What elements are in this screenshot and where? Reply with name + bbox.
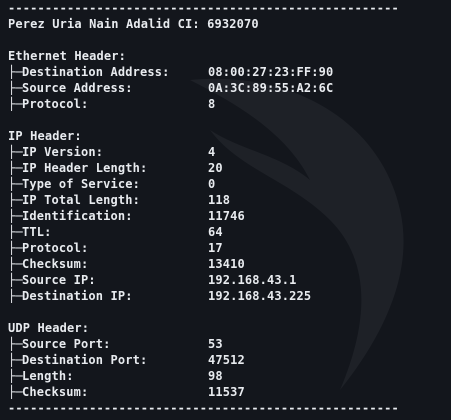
field-value: 13410 [208,257,245,271]
field-key: Protocol: [22,241,89,255]
field-row: ├─Type of Service: 0 [8,176,443,192]
output-title: Perez Uria Nain Adalid CI: 6932070 [8,17,259,31]
field-value: 11746 [208,209,245,223]
separator-bottom: ----------------------------------------… [8,401,399,415]
terminal-output: ----------------------------------------… [8,0,443,416]
tree-branch-icon: ├─ [8,177,23,191]
tree-branch-icon: ├─ [8,65,23,79]
field-row: ├─Length: 98 [8,368,443,384]
field-row: ├─Checksum: 11537 [8,384,443,400]
field-value: 0A:3C:89:55:A2:6C [208,81,334,95]
field-key: Type of Service: [22,177,140,191]
field-key: Identification: [22,209,133,223]
field-value: 192.168.43.225 [208,289,312,303]
field-key: Source Address: [22,81,133,95]
tree-branch-icon: ├─ [8,337,23,351]
field-row: ├─Destination Port: 47512 [8,352,443,368]
field-key: TTL: [22,225,52,239]
field-key: Source IP: [22,273,96,287]
field-key: IP Header Length: [22,161,148,175]
field-value: 192.168.43.1 [208,273,297,287]
tree-branch-icon: ├─ [8,369,23,383]
section-header-udp: UDP Header: [8,321,90,335]
tree-branch-icon: ├─ [8,385,23,399]
tree-branch-icon: ├─ [8,353,23,367]
section-header-ethernet: Ethernet Header: [8,49,126,63]
field-row: ├─IP Total Length: 118 [8,192,443,208]
field-row: ├─Checksum: 13410 [8,256,443,272]
tree-branch-icon: ├─ [8,81,23,95]
field-value: 4 [208,145,216,159]
tree-branch-icon: ├─ [8,193,23,207]
field-row: ├─Source Port: 53 [8,336,443,352]
tree-branch-icon: ├─ [8,257,23,271]
field-key: Destination Address: [22,65,170,79]
field-key: IP Total Length: [22,193,140,207]
field-row: ├─Destination IP: 192.168.43.225 [8,288,443,304]
field-row: ├─Source Address: 0A:3C:89:55:A2:6C [8,80,443,96]
tree-branch-icon: ├─ [8,97,23,111]
field-value: 98 [208,369,223,383]
field-value: 53 [208,337,223,351]
field-key: Source Port: [22,337,111,351]
field-value: 08:00:27:23:FF:90 [208,65,334,79]
field-row: ├─Protocol: 17 [8,240,443,256]
field-row: ├─IP Header Length: 20 [8,160,443,176]
field-value: 8 [208,97,216,111]
tree-branch-icon: ├─ [8,161,23,175]
field-key: IP Version: [22,145,104,159]
tree-branch-icon: ├─ [8,145,23,159]
field-row: ├─Identification: 11746 [8,208,443,224]
field-value: 20 [208,161,223,175]
terminal-window[interactable]: ----------------------------------------… [0,0,451,420]
field-row: ├─Source IP: 192.168.43.1 [8,272,443,288]
field-key: Checksum: [22,385,89,399]
field-row: ├─Protocol: 8 [8,96,443,112]
field-value: 17 [208,241,223,255]
tree-branch-icon: ├─ [8,273,23,287]
field-key: Destination Port: [22,353,148,367]
field-row: ├─IP Version: 4 [8,144,443,160]
tree-branch-icon: ├─ [8,225,23,239]
field-row: ├─TTL: 64 [8,224,443,240]
field-value: 0 [208,177,216,191]
field-value: 47512 [208,353,245,367]
field-key: Destination IP: [22,289,133,303]
field-row: ├─Destination Address: 08:00:27:23:FF:90 [8,64,443,80]
separator-top: ----------------------------------------… [8,1,399,15]
field-value: 64 [208,225,223,239]
field-value: 118 [208,193,231,207]
field-value: 11537 [208,385,245,399]
field-key: Checksum: [22,257,89,271]
tree-branch-icon: ├─ [8,241,23,255]
tree-branch-icon: ├─ [8,289,23,303]
section-header-ip: IP Header: [8,129,82,143]
field-key: Protocol: [22,97,89,111]
field-key: Length: [22,369,74,383]
tree-branch-icon: ├─ [8,209,23,223]
